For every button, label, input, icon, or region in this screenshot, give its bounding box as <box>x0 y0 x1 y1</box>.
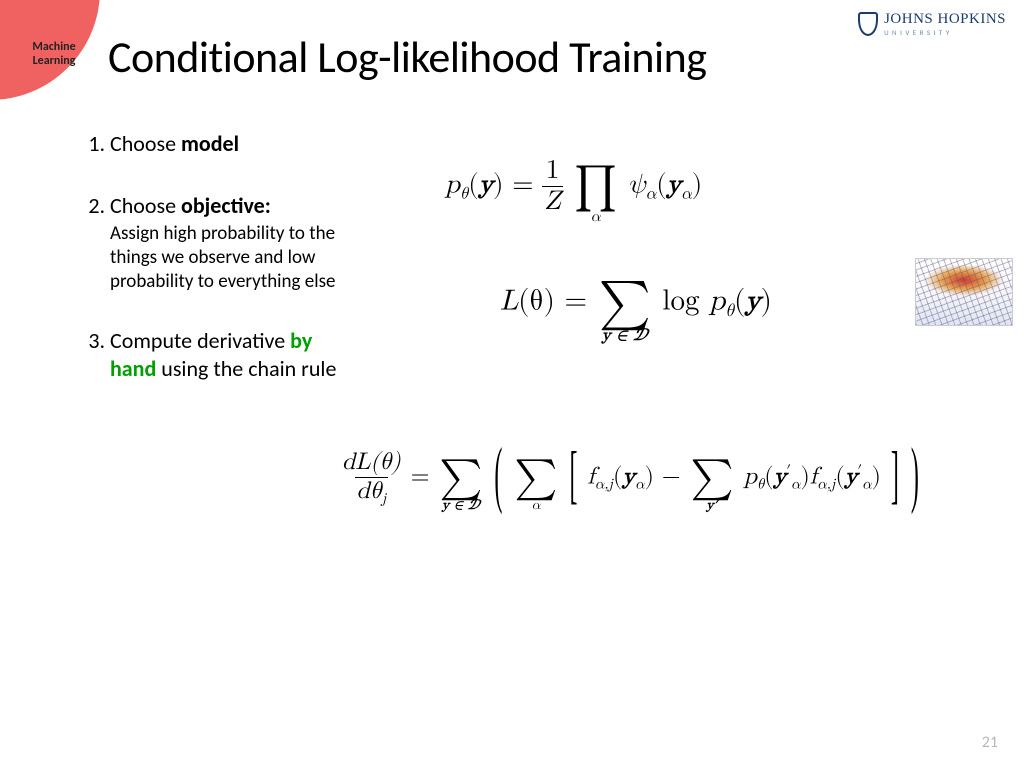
eq3-sum2: ∑ α <box>514 444 557 513</box>
eq3-pr: ) <box>800 464 809 488</box>
eq3-f2-sub: α,j <box>817 477 835 492</box>
eq1-frac-den: Z <box>542 186 563 216</box>
eq3-sum3-sym: ∑ <box>691 458 734 499</box>
slide-title: Conditional Log-likelihood Training <box>108 30 706 84</box>
eq1-prod-sym: ∏ <box>574 164 617 210</box>
eq1-psi-y: y <box>667 171 681 198</box>
university-logo: JOHNS HOPKINS UNIVERSITY <box>858 12 1006 36</box>
eq3-frac: dL(θ) dθj <box>340 450 403 506</box>
equation-derivative: dL(θ) dθj = ∑ y ∈ 𝒟 ( ∑ α [ fα,j(yα) − ∑… <box>340 444 921 513</box>
eq2-sum-sub: y ∈ 𝒟 <box>602 327 648 344</box>
eq3-equals: = <box>411 464 438 488</box>
step-1-lead: Choose <box>110 130 181 157</box>
eq3-sum1-sym: ∑ <box>439 458 482 499</box>
eq3-f1-y: y <box>622 464 635 488</box>
eq1-eq: ) = <box>493 171 542 198</box>
eq1-psi-l: ( <box>656 171 667 198</box>
eq1-p: p <box>445 171 460 198</box>
eq3-sum2-sym: ∑ <box>514 458 557 499</box>
badge-line-1: Machine <box>32 41 75 55</box>
step-3-lead-b: using the chain rule <box>156 355 336 382</box>
eq2-L: L <box>500 287 518 316</box>
eq1-theta: θ <box>460 186 468 202</box>
page-number: 21 <box>982 733 998 752</box>
eq2-py: y <box>745 287 760 316</box>
shield-icon <box>858 12 878 36</box>
eq2-p: p <box>709 287 725 316</box>
eq3-f2-ysub: α <box>862 477 872 492</box>
eq3-sum1-sub: y ∈ 𝒟 <box>442 498 480 512</box>
eq1-lpar: ( <box>468 171 479 198</box>
logo-main: JOHNS HOPKINS <box>884 12 1006 27</box>
eq1-frac: 1 Z <box>542 157 563 217</box>
eq2-sum: ∑ y ∈ 𝒟 <box>599 262 651 345</box>
eq3-f1-sub: α,j <box>595 477 613 492</box>
eq3-frac-den-j: j <box>382 491 387 506</box>
eq3-sum3: ∑ y′ <box>691 444 734 513</box>
eq3-frac-den: dθ <box>357 479 382 503</box>
eq3-pl: ( <box>764 464 773 488</box>
step-2-lead: Choose <box>110 192 181 219</box>
section-badge: Machine Learning <box>0 0 100 100</box>
step-2-strong: objective: <box>181 192 271 219</box>
eq2-pr: ) <box>761 287 772 316</box>
eq3-pysub: α <box>791 477 801 492</box>
eq3-f1-r: ) <box>645 464 654 488</box>
eq3-sum2-sub: α <box>531 499 540 513</box>
eq3-sum1: ∑ y ∈ 𝒟 <box>439 444 482 513</box>
step-1: Choose model <box>110 130 360 158</box>
eq2-Larg: (θ) = <box>518 287 597 316</box>
eq1-psi: ψ <box>628 171 645 198</box>
eq1-psi-ysub: α <box>681 186 692 202</box>
eq2-log: log <box>662 287 709 316</box>
logo-sub: UNIVERSITY <box>884 29 1006 36</box>
eq3-f1-ysub: α <box>635 477 645 492</box>
eq1-psi-sub: α <box>645 186 656 202</box>
eq2-psub: θ <box>725 303 734 320</box>
eq3-rparen: ) <box>911 436 919 520</box>
eq3-rbrack: ] <box>891 442 899 515</box>
eq3-lbrack: [ <box>569 442 577 515</box>
step-2-detail: Assign high probability to the things we… <box>110 222 360 293</box>
eq3-frac-num: dL(θ) <box>340 450 403 476</box>
eq3-sum3-sub: y′ <box>706 498 718 512</box>
eq3-f2-y: y <box>845 464 858 488</box>
eq1-y: y <box>479 171 493 198</box>
equation-objective: L(θ) = ∑ y ∈ 𝒟 log pθ(y) <box>500 262 772 345</box>
steps-list-container: Choose model Choose objective: Assign hi… <box>50 130 360 416</box>
eq3-p: p <box>744 464 757 488</box>
equation-model: pθ(y) = 1 Z ∏ α ψα(yα) <box>445 148 702 225</box>
eq3-f2-r: ) <box>872 464 881 488</box>
step-3: Compute derivative by hand using the cha… <box>110 327 360 382</box>
eq1-psi-r: ) <box>692 171 703 198</box>
eq1-prod: ∏ α <box>574 148 617 225</box>
badge-line-2: Learning <box>33 55 76 69</box>
eq1-prod-sub: α <box>591 210 601 226</box>
step-3-lead-a: Compute derivative <box>110 327 290 354</box>
surface-plot-thumbnail <box>915 258 1013 326</box>
eq3-py: y <box>774 464 787 488</box>
eq2-sum-sym: ∑ <box>599 279 651 328</box>
eq3-lparen: ( <box>494 436 502 520</box>
step-1-strong: model <box>181 130 239 157</box>
eq3-f1: f <box>587 464 594 488</box>
eq2-pl: ( <box>734 287 745 316</box>
eq3-f1-l: ( <box>613 464 622 488</box>
eq3-minus: − <box>662 464 689 488</box>
eq3-f2-l: ( <box>835 464 844 488</box>
eq1-frac-num: 1 <box>544 157 562 186</box>
step-2: Choose objective: Assign high probabilit… <box>110 192 360 294</box>
